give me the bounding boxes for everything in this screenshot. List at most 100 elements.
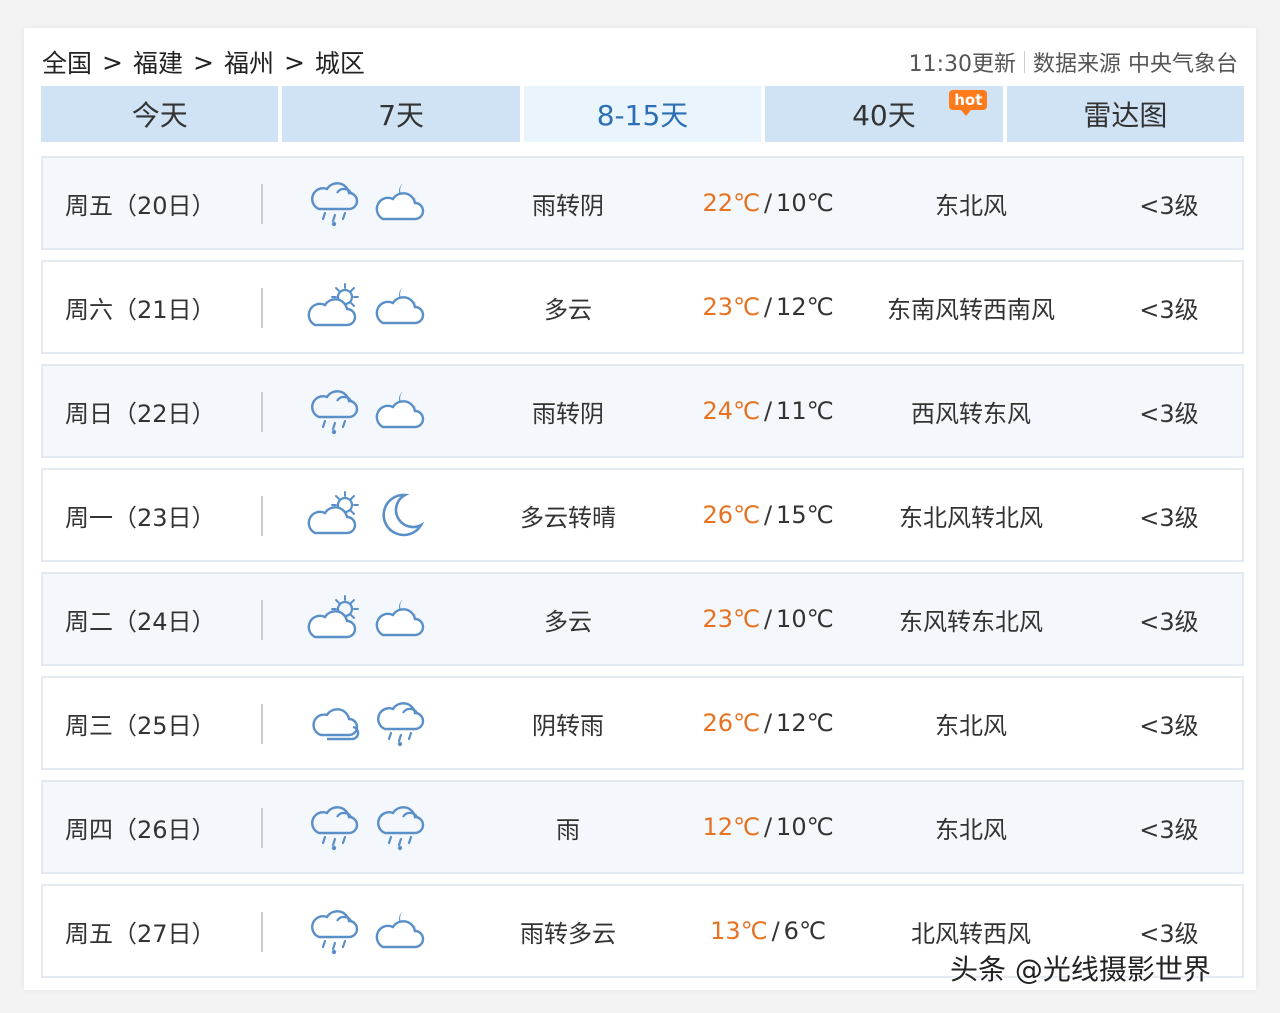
weather-description: 阴转雨 xyxy=(532,711,604,740)
temperature-range: 23℃/10℃ xyxy=(693,574,843,664)
breadcrumb-separator: > xyxy=(102,47,123,77)
low-temperature: 11℃ xyxy=(776,397,834,425)
wind-direction: 东北风转北风 xyxy=(899,503,1043,532)
breadcrumb-item-province[interactable]: 福建 xyxy=(133,44,183,80)
weather-icons xyxy=(307,886,429,976)
moon-icon xyxy=(382,493,425,537)
forecast-date: 周五（20日） xyxy=(65,191,216,220)
temperature-range: 22℃/10℃ xyxy=(693,158,843,248)
temperature-separator: / xyxy=(763,605,773,633)
moon-cloud-icon xyxy=(375,391,425,429)
weather-description: 雨转阴 xyxy=(532,399,604,428)
forecast-date: 周四（26日） xyxy=(65,815,216,844)
wind-level: <3级 xyxy=(1139,503,1199,532)
forecast-tabs: 今天 7天 8-15天 40天 hot 雷达图 xyxy=(41,86,1245,142)
weather-icons xyxy=(307,366,429,456)
breadcrumb-item-country[interactable]: 全国 xyxy=(42,44,92,80)
weather-icons xyxy=(307,678,429,768)
wind-direction: 东北风 xyxy=(935,815,1007,844)
forecast-row: 周二（24日） 多云 23℃/10℃ 东风转东北风 <3级 xyxy=(41,572,1244,666)
forecast-row: 周三（25日） 阴转雨 26℃/12℃ 东北风 <3级 xyxy=(41,676,1244,770)
low-temperature: 15℃ xyxy=(776,501,834,529)
temperature-separator: / xyxy=(763,397,773,425)
wind-level: <3级 xyxy=(1139,607,1199,636)
temperature-range: 23℃/12℃ xyxy=(693,262,843,352)
breadcrumb-item-city[interactable]: 福州 xyxy=(224,44,274,80)
low-temperature: 12℃ xyxy=(776,293,834,321)
low-temperature: 10℃ xyxy=(776,605,834,633)
update-time: 11:30更新 xyxy=(908,52,1016,77)
low-temperature: 6℃ xyxy=(783,917,826,945)
data-source: 11:30更新 数据来源 中央气象台 xyxy=(909,46,1238,78)
sun-cloud-icon xyxy=(307,595,359,639)
row-divider xyxy=(261,288,263,328)
source-divider xyxy=(1024,51,1025,73)
forecast-date: 周六（21日） xyxy=(65,295,216,324)
forecast-row: 周一（23日） 多云转晴 26℃/15℃ 东北风转北风 <3级 xyxy=(41,468,1244,562)
moon-cloud-icon xyxy=(375,287,425,325)
moon-cloud-icon xyxy=(375,599,425,637)
wind-level: <3级 xyxy=(1139,295,1199,324)
weather-icons xyxy=(307,782,429,872)
weather-description: 多云转晴 xyxy=(520,503,616,532)
tab-radar[interactable]: 雷达图 xyxy=(1006,86,1245,142)
cloud-rain-icon xyxy=(311,910,359,955)
tab-7-days[interactable]: 7天 xyxy=(282,86,520,142)
high-temperature: 13℃ xyxy=(710,917,768,945)
high-temperature: 22℃ xyxy=(702,189,760,217)
wind-direction: 东南风转西南风 xyxy=(887,295,1055,324)
weather-card: 全国 > 福建 > 福州 > 城区 11:30更新 数据来源 中央气象台 今天 … xyxy=(24,28,1256,990)
cloud-rain-icon xyxy=(311,390,359,435)
cloud-rain-icon xyxy=(377,702,425,747)
cloud-icon xyxy=(312,708,360,741)
forecast-row: 周四（26日） 雨 12℃/10℃ 东北风 <3级 xyxy=(41,780,1244,874)
tab-8-15-days[interactable]: 8-15天 xyxy=(523,86,762,142)
low-temperature: 10℃ xyxy=(776,813,834,841)
temperature-separator: / xyxy=(763,501,773,529)
breadcrumb-item-district[interactable]: 城区 xyxy=(315,44,365,80)
forecast-row: 周日（22日） 雨转阴 24℃/11℃ 西风转东风 <3级 xyxy=(41,364,1244,458)
high-temperature: 23℃ xyxy=(702,293,760,321)
wind-level: <3级 xyxy=(1139,711,1199,740)
row-divider xyxy=(261,496,263,536)
wind-direction: 东风转东北风 xyxy=(899,607,1043,636)
weather-description: 多云 xyxy=(544,295,592,324)
temperature-range: 26℃/15℃ xyxy=(693,470,843,560)
row-divider xyxy=(261,392,263,432)
breadcrumb-separator: > xyxy=(283,47,305,77)
temperature-separator: / xyxy=(763,709,773,737)
high-temperature: 23℃ xyxy=(702,605,760,633)
wind-direction: 东北风 xyxy=(935,191,1007,220)
weather-description: 雨转多云 xyxy=(520,919,616,948)
forecast-date: 周一（23日） xyxy=(65,503,216,532)
temperature-range: 12℃/10℃ xyxy=(693,782,843,872)
row-divider xyxy=(261,184,263,224)
high-temperature: 24℃ xyxy=(702,397,760,425)
moon-cloud-icon xyxy=(375,911,425,949)
header: 全国 > 福建 > 福州 > 城区 11:30更新 数据来源 中央气象台 xyxy=(42,44,1238,80)
weather-icons xyxy=(307,574,429,664)
wind-direction: 西风转东风 xyxy=(911,399,1031,428)
breadcrumb: 全国 > 福建 > 福州 > 城区 xyxy=(42,44,365,80)
temperature-range: 26℃/12℃ xyxy=(693,678,843,768)
high-temperature: 12℃ xyxy=(702,813,760,841)
forecast-date: 周二（24日） xyxy=(65,607,216,636)
moon-cloud-icon xyxy=(375,183,425,221)
low-temperature: 12℃ xyxy=(776,709,834,737)
high-temperature: 26℃ xyxy=(702,501,760,529)
hot-badge: hot xyxy=(949,90,988,116)
row-divider xyxy=(261,808,263,848)
tab-40-days-label: 40天 xyxy=(852,99,916,132)
watermark: 头条 @光线摄影世界 xyxy=(950,953,1211,986)
weather-icons xyxy=(307,262,429,352)
tab-today[interactable]: 今天 xyxy=(41,86,279,142)
temperature-range: 13℃/6℃ xyxy=(693,886,843,976)
weather-icons xyxy=(307,470,429,560)
high-temperature: 26℃ xyxy=(702,709,760,737)
temperature-separator: / xyxy=(763,189,773,217)
forecast-date: 周三（25日） xyxy=(65,711,216,740)
forecast-row: 周六（21日） 多云 23℃/12℃ 东南风转西南风 <3级 xyxy=(41,260,1244,354)
wind-level: <3级 xyxy=(1139,815,1199,844)
tab-40-days[interactable]: 40天 hot xyxy=(765,86,1003,142)
wind-level: <3级 xyxy=(1139,191,1199,220)
